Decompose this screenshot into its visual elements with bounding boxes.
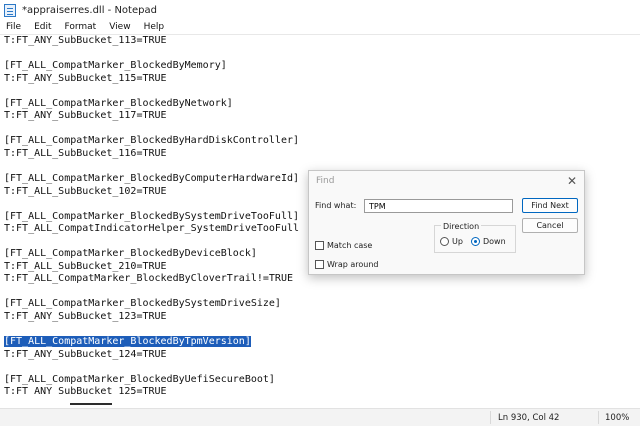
line-text: T:FT_ALL_CompatIndicatorHelper_SystemDri… xyxy=(4,223,300,235)
cursor-position: Ln 930, Col 42 xyxy=(498,413,560,423)
line-text: [FT_ALL_CompatMarker_BlockedByNetwork] xyxy=(4,97,233,109)
find-next-button[interactable]: Find Next xyxy=(522,198,578,213)
text-line: T:FT_ALL_CompatMarker_BlockedByCloverTra… xyxy=(4,273,640,286)
menu-bar: File Edit Format View Help xyxy=(0,20,640,35)
line-text: [FT_ALL_CompatMarker_BlockedByMemory] xyxy=(4,60,227,72)
text-line: T:FT_ANY_SubBucket_123=TRUE xyxy=(4,311,640,324)
text-line: [FT_ALL_CompatMarker_BlockedByUefiSecure… xyxy=(4,374,640,387)
find-dialog: Find ✕ Find what: Find Next Cancel Direc… xyxy=(308,170,585,275)
line-text: [FT_ALL_CompatMarker_BlockedByDeviceBloc… xyxy=(4,248,257,260)
zoom-level: 100% xyxy=(605,413,630,423)
direction-up-radio[interactable] xyxy=(440,237,449,246)
line-text: T:FT_ANY_SubBucket_124=TRUE xyxy=(4,348,167,360)
text-line: T:FT_ANY_SubBucket_124=TRUE xyxy=(4,349,640,362)
text-line xyxy=(4,324,640,337)
menu-edit[interactable]: Edit xyxy=(28,22,58,32)
line-text: T:FT_ANY_SubBucket_113=TRUE xyxy=(4,35,167,46)
line-text: [FT_ALL_CompatMarker_BlockedByComputerHa… xyxy=(4,173,300,185)
line-text: T:FT ANY SubBucket 125=TRUE xyxy=(4,386,167,398)
text-line xyxy=(4,286,640,299)
notepad-icon xyxy=(4,3,16,17)
match-case-checkbox[interactable] xyxy=(315,241,324,250)
line-text: T:FT_ANY_SubBucket_115=TRUE xyxy=(4,72,167,84)
text-line xyxy=(4,85,640,98)
menu-help[interactable]: Help xyxy=(138,22,172,32)
text-line: [FT_ALL_CompatMarker_BlockedByMemory] xyxy=(4,60,640,73)
menu-format[interactable]: Format xyxy=(59,22,104,32)
close-icon[interactable]: ✕ xyxy=(565,174,579,188)
text-line: T:FT_ANY_SubBucket_117=TRUE xyxy=(4,110,640,123)
match-case-label: Match case xyxy=(327,241,373,250)
direction-down-label: Down xyxy=(483,237,506,246)
text-line xyxy=(4,123,640,136)
horizontal-scroll-thumb[interactable] xyxy=(70,403,112,405)
line-text: [FT_ALL_CompatMarker_BlockedBySystemDriv… xyxy=(4,210,300,222)
line-text: T:FT_ALL_SubBucket_102=TRUE xyxy=(4,185,167,197)
text-line: [FT_ALL_CompatMarker_BlockedBySystemDriv… xyxy=(4,298,640,311)
text-line xyxy=(4,48,640,61)
line-text: T:FT_ALL_CompatMarker_BlockedByCloverTra… xyxy=(4,273,293,285)
menu-file[interactable]: File xyxy=(0,22,28,32)
selected-text: [FT_ALL_CompatMarker_BlockedByTpmVersion… xyxy=(4,336,251,348)
status-divider xyxy=(490,411,491,424)
text-line: [FT_ALL_CompatMarker_BlockedByNetwork] xyxy=(4,98,640,111)
text-line: [FT_ALL_CompatMarker_BlockedByHardDiskCo… xyxy=(4,135,640,148)
find-what-label: Find what: xyxy=(315,201,357,210)
status-divider xyxy=(598,411,599,424)
menu-view[interactable]: View xyxy=(103,22,137,32)
title-bar[interactable]: *appraiserres.dll - Notepad xyxy=(0,0,640,20)
line-text: T:FT_ANY_SubBucket_123=TRUE xyxy=(4,311,167,323)
find-dialog-title: Find xyxy=(316,176,335,186)
line-text: [FT_ALL_CompatMarker_BlockedByUefiSecure… xyxy=(4,373,275,385)
line-text: T:FT_ALL_SubBucket_210=TRUE xyxy=(4,260,167,272)
wrap-around-checkbox[interactable] xyxy=(315,260,324,269)
line-text: [FT_ALL_CompatMarker_BlockedBySystemDriv… xyxy=(4,298,281,310)
cancel-button[interactable]: Cancel xyxy=(522,218,578,233)
text-line: [FT_ALL_CompatMarker_BlockedByTpmVersion… xyxy=(4,336,640,349)
direction-down-radio[interactable] xyxy=(471,237,480,246)
line-text: [FT_ALL_CompatMarker_BlockedByHardDiskCo… xyxy=(4,135,300,147)
direction-up-label: Up xyxy=(452,237,463,246)
text-line: T:FT_ANY_SubBucket_115=TRUE xyxy=(4,73,640,86)
find-what-input[interactable] xyxy=(364,199,513,213)
wrap-around-label: Wrap around xyxy=(327,260,379,269)
line-text: T:FT_ANY_SubBucket_117=TRUE xyxy=(4,110,167,122)
direction-label: Direction xyxy=(441,222,482,231)
text-line: T:FT_ANY_SubBucket_113=TRUE xyxy=(4,35,640,48)
line-text: T:FT_ALL_SubBucket_116=TRUE xyxy=(4,147,167,159)
text-line: T:FT_ALL_SubBucket_116=TRUE xyxy=(4,148,640,161)
window-title: *appraiserres.dll - Notepad xyxy=(22,4,157,16)
status-bar: Ln 930, Col 42 100% xyxy=(0,408,640,426)
text-line xyxy=(4,361,640,374)
text-line: T:FT ANY SubBucket 125=TRUE xyxy=(4,386,640,399)
